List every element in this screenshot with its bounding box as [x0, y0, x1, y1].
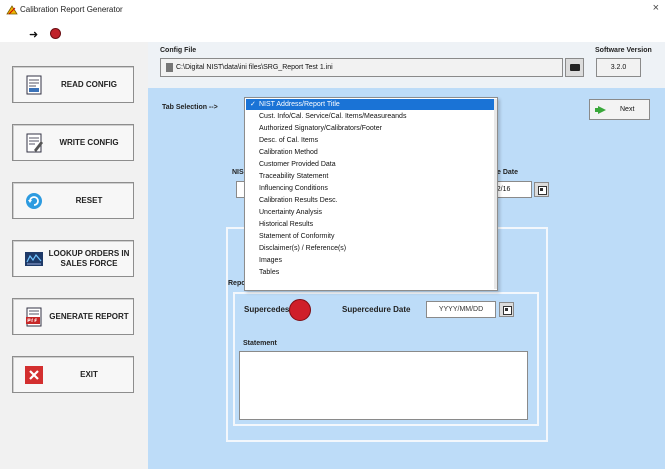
close-icon[interactable]: ×: [653, 2, 659, 14]
dropdown-item-historical-results[interactable]: Historical Results: [246, 219, 494, 230]
edit-document-icon: [26, 133, 43, 153]
next-arrow-icon: [598, 106, 606, 114]
dropdown-item-images[interactable]: Images: [246, 255, 494, 266]
read-config-label: READ CONFIG: [61, 79, 117, 89]
exit-x-icon: [25, 366, 43, 384]
supercedes-label: Supercedes?: [244, 305, 295, 314]
dropdown-item-uncertainty[interactable]: Uncertainty Analysis: [246, 207, 494, 218]
browse-folder-button[interactable]: [565, 58, 584, 77]
pdf-icon: [26, 307, 42, 327]
dropdown-item-tables[interactable]: Tables: [246, 267, 494, 278]
document-icon: [26, 75, 42, 95]
next-button[interactable]: Next: [589, 99, 650, 120]
generate-report-button[interactable]: GENERATE REPORT: [12, 298, 134, 335]
dropdown-item-influencing-conditions[interactable]: Influencing Conditions: [246, 183, 494, 194]
tab-selection-label: Tab Selection -->: [162, 104, 218, 111]
report-partial-label: Repo: [228, 280, 246, 287]
file-icon: [166, 63, 173, 72]
nist-partial-label: NIS: [232, 169, 244, 176]
config-path-value: C:\Digital NIST\data\ini files\SRG_Repor…: [176, 64, 333, 71]
dropdown-item-authorized-signatory[interactable]: Authorized Signatory/Calibrators/Footer: [246, 123, 494, 134]
dropdown-scrollbar[interactable]: [494, 99, 497, 289]
exit-button[interactable]: EXIT: [12, 356, 134, 393]
dropdown-item-cal-results-desc[interactable]: Calibration Results Desc.: [246, 195, 494, 206]
reset-button[interactable]: RESET: [12, 182, 134, 219]
software-version-value: 3.2.0: [596, 58, 641, 77]
dropdown-item-desc-cal-items[interactable]: Desc. of Cal. Items: [246, 135, 494, 146]
statement-textarea[interactable]: [239, 351, 528, 420]
write-config-button[interactable]: WRITE CONFIG: [12, 124, 134, 161]
lookup-orders-button[interactable]: LOOKUP ORDERS IN SALES FORCE: [12, 240, 134, 277]
dropdown-item-nist-address[interactable]: ✓ NIST Address/Report Title: [246, 99, 494, 110]
supercedure-calendar-button[interactable]: [499, 302, 514, 317]
reset-label: RESET: [75, 195, 103, 205]
calendar-button[interactable]: [534, 182, 549, 197]
read-config-button[interactable]: READ CONFIG: [12, 66, 134, 103]
stop-button[interactable]: [50, 28, 61, 39]
date-partial-label: e Date: [497, 169, 519, 176]
refresh-icon: [26, 193, 42, 209]
lookup-orders-label: LOOKUP ORDERS IN SALES FORCE: [48, 248, 130, 268]
write-config-label: WRITE CONFIG: [59, 137, 119, 147]
app-icon: [6, 5, 18, 15]
database-icon: [25, 252, 43, 266]
generate-report-label: GENERATE REPORT: [49, 311, 129, 321]
tab-selection-dropdown[interactable]: ✓ NIST Address/Report Title Cust. Info/Ca…: [244, 97, 498, 291]
dropdown-item-customer-data[interactable]: Customer Provided Data: [246, 159, 494, 170]
dropdown-item-traceability[interactable]: Traceability Statement: [246, 171, 494, 182]
check-icon: ✓: [250, 101, 256, 108]
run-arrow-icon[interactable]: ➜: [29, 28, 38, 41]
config-file-label: Config File: [160, 47, 197, 54]
supercedure-date-label: Supercedure Date: [342, 305, 411, 314]
toolbar: [0, 22, 665, 42]
exit-label: EXIT: [80, 369, 98, 379]
next-label: Next: [620, 106, 635, 113]
config-path-field[interactable]: C:\Digital NIST\data\ini files\SRG_Repor…: [160, 58, 563, 77]
app-title: Calibration Report Generator: [20, 5, 123, 14]
dropdown-item-calibration-method[interactable]: Calibration Method: [246, 147, 494, 158]
title-bar: Calibration Report Generator ×: [0, 0, 665, 22]
software-version-label: Software Version: [595, 47, 652, 54]
dropdown-item-disclaimer[interactable]: Disclaimer(s) / Reference(s): [246, 243, 494, 254]
dropdown-item-conformity[interactable]: Statement of Conformity: [246, 231, 494, 242]
supercedure-date-field[interactable]: YYYY/MM/DD: [426, 301, 496, 318]
dropdown-item-cust-info[interactable]: Cust. Info/Cal. Service/Cal. Items/Measu…: [246, 111, 494, 122]
statement-label: Statement: [243, 340, 277, 347]
folder-icon: [570, 64, 580, 71]
supercedes-led[interactable]: [289, 299, 311, 321]
